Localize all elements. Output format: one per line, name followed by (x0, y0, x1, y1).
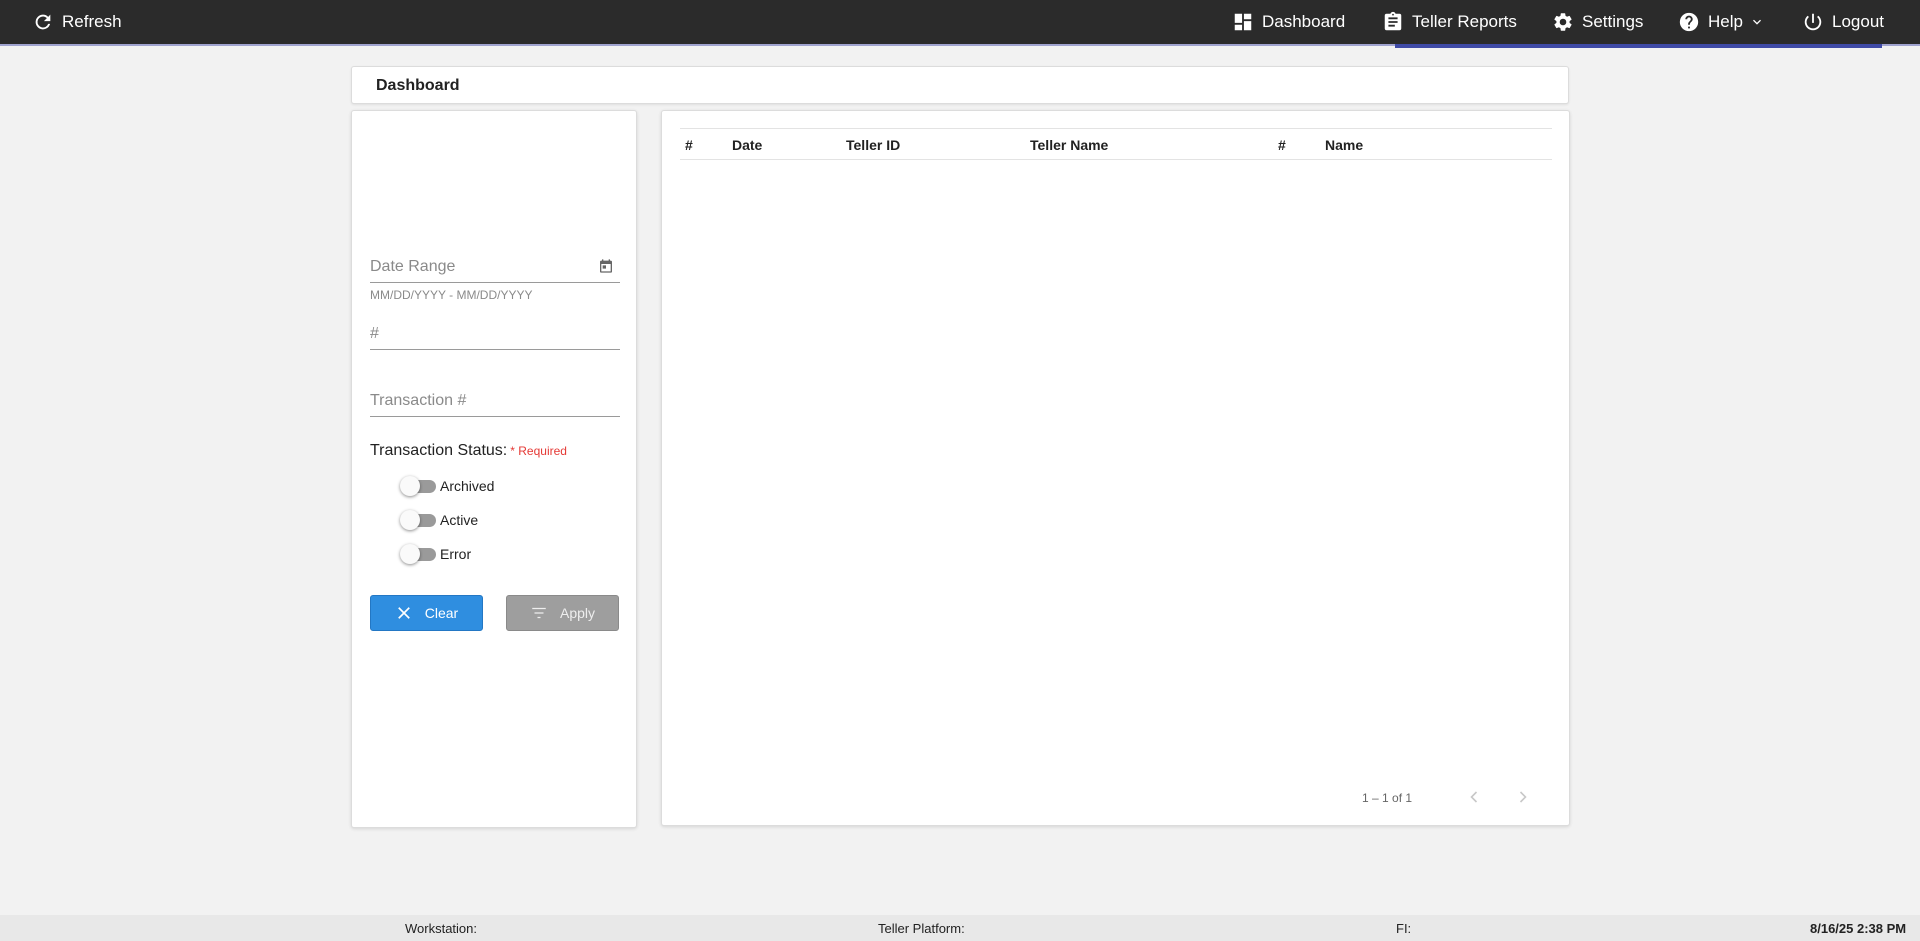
nav-dashboard[interactable]: Dashboard (1232, 0, 1345, 44)
dashboard-icon (1234, 13, 1252, 31)
toggle-switch[interactable] (400, 476, 436, 496)
nav-help-menu[interactable]: Help (1678, 0, 1765, 44)
gear-icon (1554, 13, 1572, 31)
column-header-teller-name[interactable]: Teller Name (1030, 137, 1108, 153)
datetime-label: 8/16/25 2:38 PM (1810, 921, 1907, 936)
pagination-range: 1 – 1 of 1 (1362, 791, 1413, 805)
error-toggle[interactable]: Error (400, 543, 471, 565)
logout-label: Logout (1832, 12, 1884, 31)
error-label: Error (440, 546, 472, 562)
top-nav-bar: Refresh Dashboard Teller Reports Setting… (0, 0, 1920, 48)
filter-icon (532, 607, 546, 619)
nav-help-label: Help (1708, 12, 1743, 31)
archived-label: Archived (440, 478, 495, 494)
help-icon (1679, 12, 1699, 32)
apply-button[interactable]: Apply (506, 595, 619, 631)
date-range-label: Date Range (370, 258, 456, 275)
column-header-number[interactable]: # (685, 137, 693, 153)
next-page-button[interactable] (1511, 785, 1535, 809)
required-indicator: * Required (510, 444, 567, 458)
number-field[interactable]: # (370, 320, 620, 350)
nav-dashboard-label: Dashboard (1262, 12, 1346, 31)
apply-label: Apply (559, 605, 596, 621)
status-bar: Workstation: Teller Platform: FI: 8/16/2… (0, 915, 1920, 941)
results-panel: # Date Teller ID Teller Name # Name 1 – … (661, 110, 1570, 826)
table-header: # Date Teller ID Teller Name # Name (680, 128, 1552, 160)
clipboard-icon (1384, 11, 1402, 31)
number-label: # (370, 325, 379, 342)
column-header-date[interactable]: Date (732, 137, 762, 153)
transaction-number-field[interactable]: Transaction # (370, 387, 620, 417)
chevron-right-icon (1519, 791, 1527, 803)
filter-panel: Date Range MM/DD/YYYY - MM/DD/YYYY # Tra… (351, 110, 637, 828)
active-label: Active (440, 512, 479, 528)
fi-label: FI: (1396, 921, 1412, 936)
power-icon (1804, 13, 1822, 31)
previous-page-button[interactable] (1462, 785, 1486, 809)
toggle-switch[interactable] (400, 544, 436, 564)
nav-settings[interactable]: Settings (1552, 0, 1643, 44)
teller-platform-label: Teller Platform: (878, 921, 965, 936)
transaction-status-heading: Transaction Status: * Required (370, 442, 567, 460)
clear-label: Clear (424, 605, 459, 621)
date-range-hint: MM/DD/YYYY - MM/DD/YYYY (370, 288, 533, 302)
active-toggle[interactable]: Active (400, 509, 478, 531)
date-range-field[interactable]: Date Range (370, 253, 620, 283)
clear-button[interactable]: Clear (370, 595, 483, 631)
refresh-icon (35, 14, 51, 30)
chevron-down-icon (1752, 19, 1761, 25)
calendar-icon[interactable] (598, 258, 614, 274)
nav-active-indicator (1395, 44, 1882, 48)
logout-button[interactable]: Logout (1802, 0, 1884, 44)
transaction-status-label: Transaction Status: (370, 442, 508, 459)
transaction-number-label: Transaction # (370, 392, 467, 409)
column-header-name[interactable]: Name (1325, 137, 1363, 153)
column-header-number-2[interactable]: # (1278, 137, 1286, 153)
chevron-left-icon (1470, 791, 1478, 803)
toggle-switch[interactable] (400, 510, 436, 530)
page-title: Dashboard (376, 77, 460, 94)
refresh-label: Refresh (62, 12, 122, 31)
nav-teller-reports[interactable]: Teller Reports (1382, 0, 1517, 44)
column-header-teller-id[interactable]: Teller ID (846, 137, 900, 153)
refresh-button[interactable]: Refresh (32, 0, 122, 44)
page-header-card: Dashboard (351, 66, 1569, 104)
workstation-label: Workstation: (405, 921, 478, 936)
nav-teller-reports-label: Teller Reports (1412, 12, 1517, 31)
nav-settings-label: Settings (1582, 12, 1644, 31)
archived-toggle[interactable]: Archived (400, 475, 494, 497)
close-icon (397, 607, 410, 619)
